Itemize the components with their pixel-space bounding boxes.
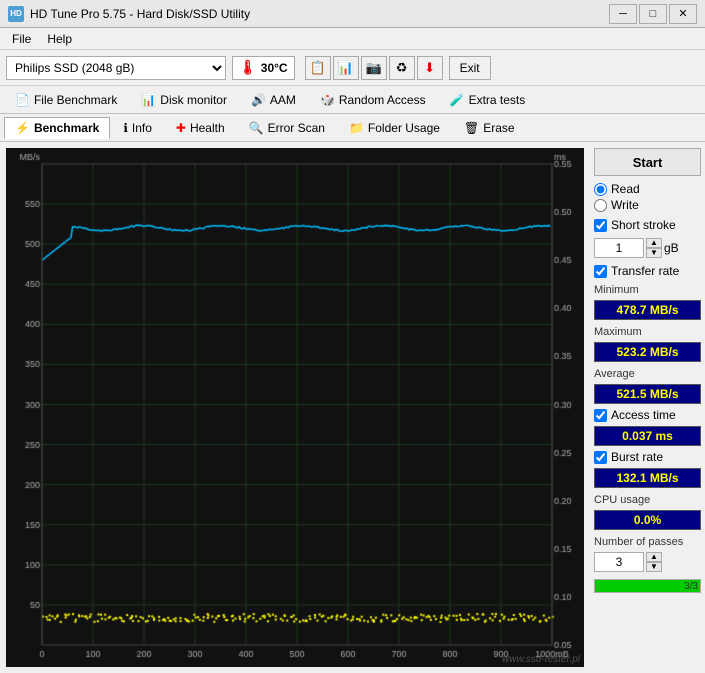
passes-row: ▲ ▼ [594, 552, 701, 572]
benchmark-chart [6, 148, 584, 667]
window-title: HD Tune Pro 5.75 - Hard Disk/SSD Utility [30, 7, 250, 21]
access-time-checkbox[interactable] [594, 409, 607, 422]
read-radio[interactable] [594, 183, 607, 196]
tab-info[interactable]: ℹ Info [112, 117, 163, 139]
burst-rate-label: Burst rate [611, 450, 663, 464]
maximize-button[interactable]: □ [639, 4, 667, 24]
minimum-label: Minimum [594, 284, 701, 296]
passes-label: Number of passes [594, 536, 701, 548]
aam-icon: 🔊 [251, 93, 266, 107]
benchmark-icon: ⚡ [15, 121, 30, 135]
recycle-icon-btn[interactable]: ♻ [389, 56, 415, 80]
read-radio-label[interactable]: Read [594, 182, 701, 196]
tabs-row2: ⚡ Benchmark ℹ Info ✚ Health 🔍 Error Scan… [0, 114, 705, 142]
tab-erase[interactable]: 🗑 Erase [453, 117, 526, 139]
short-stroke-input[interactable] [594, 238, 644, 258]
extra-tests-icon: 🧪 [450, 93, 465, 107]
transfer-rate-checkbox[interactable] [594, 265, 607, 278]
passes-down-button[interactable]: ▼ [646, 562, 662, 572]
temperature-value: 30°C [261, 61, 288, 75]
minimum-value: 478.7 MB/s [594, 300, 701, 320]
tab-error-scan[interactable]: 🔍 Error Scan [238, 117, 336, 139]
access-time-checkbox-label[interactable]: Access time [594, 408, 701, 422]
tab-folder-usage[interactable]: 📁 Folder Usage [338, 117, 451, 139]
health-icon: ✚ [176, 121, 186, 135]
download-icon-btn[interactable]: ⬇ [417, 56, 443, 80]
write-label: Write [611, 198, 639, 212]
cpu-usage-label: CPU usage [594, 494, 701, 506]
start-button[interactable]: Start [594, 148, 701, 176]
info-icon: ℹ [123, 121, 128, 135]
read-write-group: Read Write [594, 180, 701, 214]
info-icon-btn[interactable]: 📋 [305, 56, 331, 80]
maximum-label: Maximum [594, 326, 701, 338]
tab-random-access[interactable]: 🎲 Random Access [309, 89, 437, 111]
read-label: Read [611, 182, 640, 196]
menu-help[interactable]: Help [39, 30, 80, 48]
tab-aam[interactable]: 🔊 AAM [240, 89, 307, 111]
tab-disk-monitor[interactable]: 📊 Disk monitor [130, 89, 238, 111]
short-stroke-unit: gB [664, 241, 679, 255]
short-stroke-up-button[interactable]: ▲ [646, 238, 662, 248]
progress-bar-container: 3/3 [594, 579, 701, 593]
right-panel: Start Read Write Short stroke ▲ ▼ gB [590, 142, 705, 673]
temperature-badge: 🌡 30°C [232, 56, 295, 80]
passes-input[interactable] [594, 552, 644, 572]
short-stroke-spin-buttons: ▲ ▼ [646, 238, 662, 258]
tab-health[interactable]: ✚ Health [165, 117, 236, 139]
main-area: www.ssd-tester.pl Start Read Write Short… [0, 142, 705, 673]
passes-spin-buttons: ▲ ▼ [646, 552, 662, 572]
toolbar: Philips SSD (2048 gB) 🌡 30°C 📋 📊 📷 ♻ ⬇ E… [0, 50, 705, 86]
folder-usage-icon: 📁 [349, 121, 364, 135]
access-time-value: 0.037 ms [594, 426, 701, 446]
average-label: Average [594, 368, 701, 380]
stats-icon-btn[interactable]: 📊 [333, 56, 359, 80]
drive-selector[interactable]: Philips SSD (2048 gB) [6, 56, 226, 80]
error-scan-icon: 🔍 [249, 121, 264, 135]
app-icon: HD [8, 6, 24, 22]
short-stroke-spinbox: ▲ ▼ gB [594, 238, 701, 258]
progress-text: 3/3 [684, 580, 698, 594]
short-stroke-checkbox-label[interactable]: Short stroke [594, 218, 701, 232]
transfer-rate-label: Transfer rate [611, 264, 679, 278]
write-radio-label[interactable]: Write [594, 198, 701, 212]
tab-file-benchmark[interactable]: 📄 File Benchmark [4, 89, 128, 111]
chart-container: www.ssd-tester.pl [6, 148, 584, 667]
toolbar-buttons: 📋 📊 📷 ♻ ⬇ [305, 56, 443, 80]
camera-icon-btn[interactable]: 📷 [361, 56, 387, 80]
file-benchmark-icon: 📄 [15, 93, 30, 107]
maximum-value: 523.2 MB/s [594, 342, 701, 362]
menu-file[interactable]: File [4, 30, 39, 48]
short-stroke-label: Short stroke [611, 218, 676, 232]
minimize-button[interactable]: ─ [609, 4, 637, 24]
short-stroke-down-button[interactable]: ▼ [646, 248, 662, 258]
tabs-row1: 📄 File Benchmark 📊 Disk monitor 🔊 AAM 🎲 … [0, 86, 705, 114]
transfer-rate-checkbox-label[interactable]: Transfer rate [594, 264, 701, 278]
short-stroke-checkbox[interactable] [594, 219, 607, 232]
burst-rate-checkbox[interactable] [594, 451, 607, 464]
tab-extra-tests[interactable]: 🧪 Extra tests [439, 89, 537, 111]
menu-bar: File Help [0, 28, 705, 50]
passes-up-button[interactable]: ▲ [646, 552, 662, 562]
write-radio[interactable] [594, 199, 607, 212]
window-controls: ─ □ ✕ [609, 4, 697, 24]
tab-benchmark[interactable]: ⚡ Benchmark [4, 117, 110, 139]
access-time-label: Access time [611, 408, 676, 422]
erase-icon: 🗑 [464, 121, 479, 135]
close-button[interactable]: ✕ [669, 4, 697, 24]
thermometer-icon: 🌡 [239, 59, 257, 76]
watermark: www.ssd-tester.pl [502, 654, 580, 665]
exit-button[interactable]: Exit [449, 56, 491, 80]
title-bar: HD HD Tune Pro 5.75 - Hard Disk/SSD Util… [0, 0, 705, 28]
random-access-icon: 🎲 [320, 93, 335, 107]
burst-rate-value: 132.1 MB/s [594, 468, 701, 488]
burst-rate-checkbox-label[interactable]: Burst rate [594, 450, 701, 464]
disk-monitor-icon: 📊 [141, 93, 156, 107]
cpu-usage-value: 0.0% [594, 510, 701, 530]
average-value: 521.5 MB/s [594, 384, 701, 404]
